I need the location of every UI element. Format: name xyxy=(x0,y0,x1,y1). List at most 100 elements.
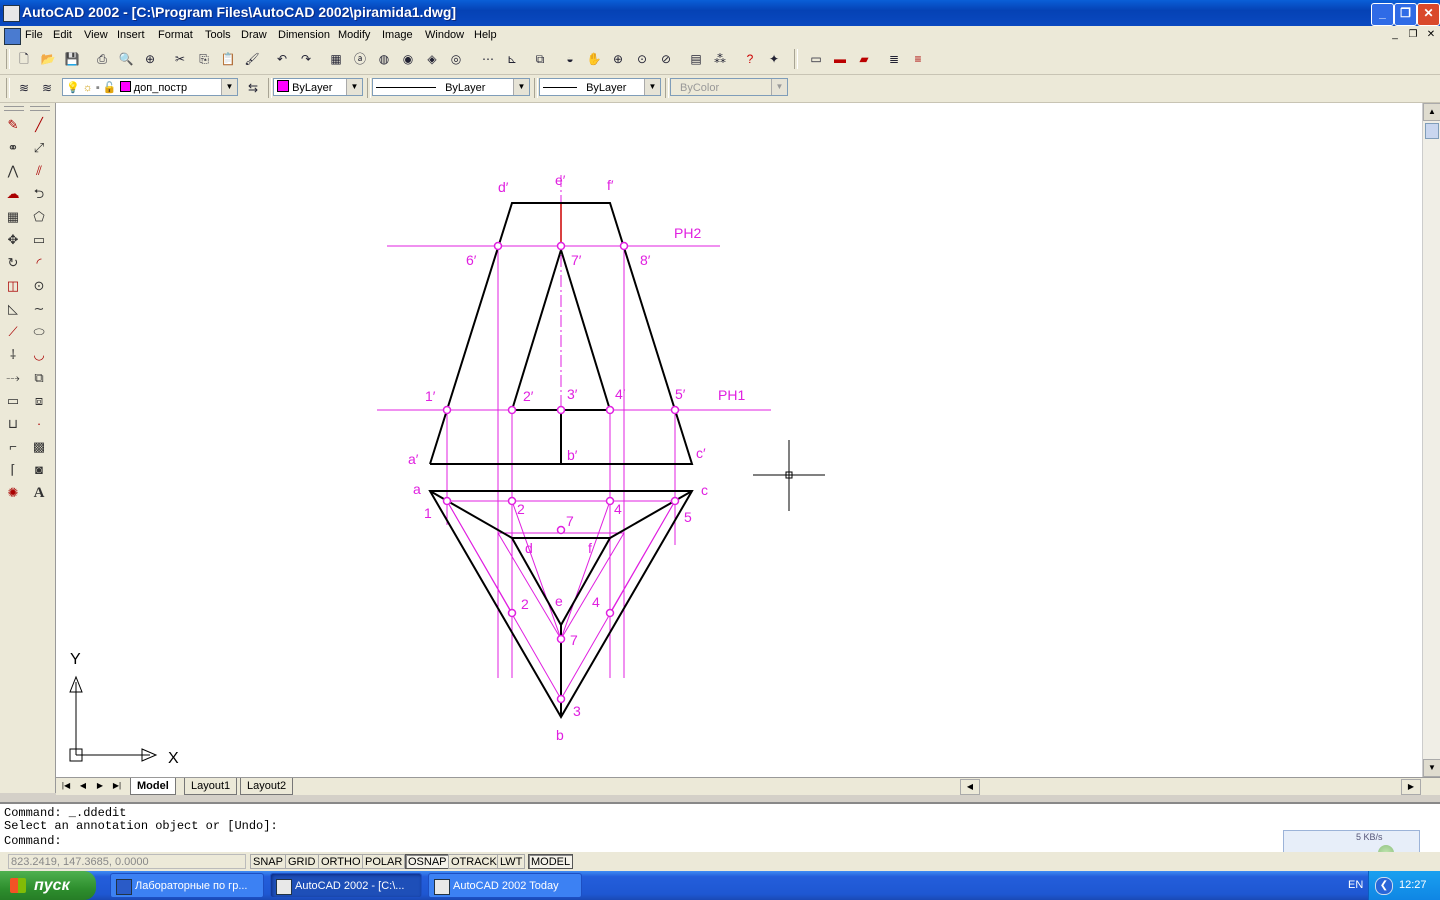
layer-tool-icon[interactable]: ▬ xyxy=(830,50,850,68)
task-autocad-drawing[interactable]: AutoCAD 2002 - [C:\... xyxy=(270,873,422,898)
tray-expand-icon[interactable]: ❮ xyxy=(1375,877,1393,895)
copy-object-icon[interactable]: ⚭ xyxy=(2,138,24,158)
menu-help[interactable]: Help xyxy=(474,29,497,41)
publish-web-icon[interactable]: ◈ xyxy=(422,50,442,68)
menu-insert[interactable]: Insert xyxy=(117,29,145,41)
task-word-document[interactable]: Лабораторные по гр... xyxy=(110,873,264,898)
express-icon[interactable]: ✦ xyxy=(764,50,784,68)
zoom-realtime-icon[interactable]: ⊕ xyxy=(608,50,628,68)
scroll-down-icon[interactable]: ▼ xyxy=(1423,759,1440,777)
multiline-icon[interactable]: ⫽ xyxy=(28,161,50,181)
help-icon[interactable]: ? xyxy=(740,50,760,68)
mirror-icon[interactable]: ⋀ xyxy=(2,161,24,181)
break-at-point-icon[interactable]: ⊔ xyxy=(2,414,24,434)
command-prompt[interactable]: Command: xyxy=(4,834,62,848)
trim-icon[interactable]: ⸸ xyxy=(2,345,24,365)
new-icon[interactable]: 🗋 xyxy=(14,50,34,68)
menu-file[interactable]: File xyxy=(25,29,43,41)
stretch-icon[interactable]: ◺ xyxy=(2,299,24,319)
hatch-icon[interactable]: ▩ xyxy=(28,437,50,457)
break-icon[interactable]: ▭ xyxy=(2,391,24,411)
layer-manager-icon[interactable]: ≋ xyxy=(14,79,34,97)
document-icon[interactable] xyxy=(4,28,21,45)
layer-on-icon[interactable]: 💡 xyxy=(66,82,80,94)
ortho-toggle[interactable]: ORTHO xyxy=(318,854,364,869)
spline-icon[interactable]: ∼ xyxy=(28,299,50,319)
publish-icon[interactable]: ⊕ xyxy=(140,50,160,68)
scroll-right-icon[interactable]: ▶ xyxy=(1401,779,1421,795)
chevron-down-icon[interactable]: ▼ xyxy=(346,79,362,95)
chamfer-icon[interactable]: ⌐ xyxy=(2,437,24,457)
lwt-toggle[interactable]: LWT xyxy=(497,854,526,869)
doc-close-icon[interactable]: ✕ xyxy=(1424,29,1438,42)
text-tool-icon[interactable]: ≣ xyxy=(884,50,904,68)
region-icon[interactable]: ◙ xyxy=(28,460,50,480)
tool-palette-icon[interactable]: ◉ xyxy=(398,50,418,68)
tab-model[interactable]: Model xyxy=(130,778,176,795)
copy-icon[interactable]: ⎘ xyxy=(194,50,214,68)
drawing-canvas[interactable]: d′ e′ f′ 6′ 7′ 8′ 1′ 2′ 3′ 4′ 5′ a′ b′ c… xyxy=(56,103,1422,777)
construction-line-icon[interactable]: ⤢ xyxy=(28,138,50,158)
array-icon[interactable]: ▦ xyxy=(2,207,24,227)
pan-icon[interactable]: ✋ xyxy=(584,50,604,68)
zoom-previous-icon[interactable]: ⊘ xyxy=(656,50,676,68)
close-button[interactable]: ✕ xyxy=(1417,3,1440,26)
offset-icon[interactable]: ☁ xyxy=(2,184,24,204)
minimize-button[interactable]: _ xyxy=(1371,3,1394,26)
xyz-icon[interactable]: ≡ xyxy=(908,50,928,68)
lineweight-dropdown[interactable]: ByLayer ▼ xyxy=(539,78,661,96)
autocad-app-icon[interactable] xyxy=(3,5,20,22)
layer-dropdown[interactable]: 💡 ☼ ▪ 🔓 доп_постр ▼ xyxy=(62,78,238,96)
layer-thaw-icon[interactable]: ☼ xyxy=(83,82,93,94)
rotate-icon[interactable]: ↻ xyxy=(2,253,24,273)
polar-toggle[interactable]: POLAR xyxy=(362,854,406,869)
explode-icon[interactable]: ✺ xyxy=(2,483,24,503)
extend-icon[interactable]: ⤏ xyxy=(2,368,24,388)
print-preview-icon[interactable]: 🔍 xyxy=(116,50,136,68)
properties-icon[interactable]: ▤ xyxy=(686,50,706,68)
menu-image[interactable]: Image xyxy=(382,29,413,41)
restore-button[interactable]: ❐ xyxy=(1394,3,1417,26)
last-tab-icon[interactable]: ▶| xyxy=(109,779,125,793)
prev-tab-icon[interactable]: ◀ xyxy=(75,779,91,793)
fillet-icon[interactable]: ⌈ xyxy=(2,460,24,480)
menu-format[interactable]: Format xyxy=(158,29,193,41)
insert-block-icon[interactable]: ⧉ xyxy=(28,368,50,388)
doc-minimize-icon[interactable]: _ xyxy=(1388,29,1402,42)
vertical-scrollbar[interactable]: ▲ ▼ xyxy=(1422,103,1440,777)
scroll-left-icon[interactable]: ◀ xyxy=(960,779,980,795)
scale-icon[interactable]: ◫ xyxy=(2,276,24,296)
rectangle-icon[interactable]: ▭ xyxy=(28,230,50,250)
circle-icon[interactable]: ⊙ xyxy=(28,276,50,296)
tab-layout2[interactable]: Layout2 xyxy=(240,778,294,795)
make-block-icon[interactable]: ⧈ xyxy=(28,391,50,411)
ellipse-icon[interactable]: ⬭ xyxy=(28,322,50,342)
today-icon[interactable]: ▦ xyxy=(326,50,346,68)
save-icon[interactable]: 💾 xyxy=(62,50,82,68)
browser-icon[interactable]: ⓐ xyxy=(350,50,370,68)
ucs-icon[interactable]: ⊾ xyxy=(502,50,522,68)
osnap-toggle[interactable]: OSNAP xyxy=(405,854,450,869)
line-icon[interactable]: ╱ xyxy=(28,115,50,135)
language-indicator[interactable]: EN xyxy=(1348,879,1363,891)
erase-icon[interactable]: ✎ xyxy=(2,115,24,135)
menu-edit[interactable]: Edit xyxy=(53,29,72,41)
otrack-toggle[interactable]: OTRACK xyxy=(448,854,500,869)
menu-tools[interactable]: Tools xyxy=(205,29,231,41)
grid-toggle[interactable]: GRID xyxy=(285,854,319,869)
polygon-icon[interactable]: ⬠ xyxy=(28,207,50,227)
lengthen-icon[interactable]: ⟋ xyxy=(2,322,24,342)
paste-icon[interactable]: 📋 xyxy=(218,50,238,68)
menu-modify[interactable]: Modify xyxy=(338,29,370,41)
print-icon[interactable]: ⎙ xyxy=(92,50,112,68)
doc-restore-icon[interactable]: ❐ xyxy=(1406,29,1420,42)
open-icon[interactable]: 📂 xyxy=(38,50,58,68)
match-properties-icon[interactable]: 🖌 xyxy=(242,50,262,68)
3d-orbit-icon[interactable]: ◒ xyxy=(560,50,580,68)
undo-icon[interactable]: ↶ xyxy=(272,50,292,68)
chevron-down-icon[interactable]: ▼ xyxy=(221,79,237,95)
cut-icon[interactable]: ✂ xyxy=(170,50,190,68)
model-toggle[interactable]: MODEL xyxy=(528,854,574,869)
scroll-up-icon[interactable]: ▲ xyxy=(1423,103,1440,121)
layer-viewport-icon[interactable]: ▪ xyxy=(96,82,100,94)
